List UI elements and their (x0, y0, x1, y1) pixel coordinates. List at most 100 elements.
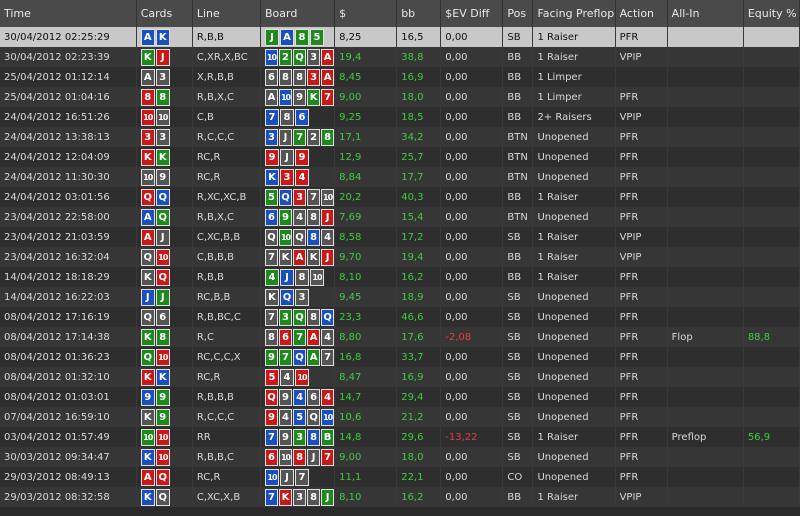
hole-cards: AK (136, 27, 193, 47)
hand-row[interactable]: 24/04/2012 16:51:26 10 10 C,B 7 8 6 9,25 18,5 0,0… (0, 107, 800, 127)
time-cell: 23/04/2012 21:03:59 (0, 227, 137, 247)
hole-cards-group: AK (140, 28, 192, 46)
hand-row[interactable]: 24/04/2012 13:38:13 3 3 R,C,C,C 3 J 7 2 8 17,1 34,… (0, 127, 800, 147)
all-in-cell (667, 127, 744, 147)
hand-row[interactable]: 30/03/2012 09:34:47 K 10 R,B,B,C 6 10 8 J 7 9,00 1… (0, 447, 800, 467)
column-header-action[interactable]: Action (615, 0, 668, 27)
hand-row[interactable]: 29/03/2012 08:49:13 A Q RC,R 10 J 7 11,1 22,1 0,0… (0, 467, 800, 487)
hand-row[interactable]: 25/04/2012 01:12:14 A 3 X,R,B,B 6 8 8 3 A 8,45 16,… (0, 67, 800, 87)
hand-row[interactable]: 30/04/2012 02:25:29 A K R,B,B J A 8 5 8,25 16,5 0,… (0, 27, 800, 47)
board-cards-group: 97QA7 (264, 348, 334, 366)
pos-cell: BB (502, 487, 534, 507)
pos-cell: SB (502, 327, 534, 347)
playing-card: 10 (294, 368, 309, 386)
hand-row[interactable]: 30/04/2012 02:23:39 K J C,XR,X,BC 10 2 Q 3 A 19,4… (0, 47, 800, 67)
time-cell: 14/04/2012 16:22:03 (0, 287, 137, 307)
hand-row[interactable]: 08/04/2012 01:03:01 9 9 R,B,B,B Q 9 4 6 4 14,7 29,… (0, 387, 800, 407)
ev-diff-cell: 0,00 (440, 307, 504, 327)
dollars-cell: 19,4 (334, 47, 398, 67)
hand-row[interactable]: 23/04/2012 22:58:00 A Q R,B,X,C 6 9 4 8 J 7,69 15,… (0, 207, 800, 227)
equity-cell (743, 27, 800, 47)
column-header-ev-diff[interactable]: $EV Diff (440, 0, 504, 27)
action-cell: PFR (615, 367, 668, 387)
pos-cell: CO (502, 467, 534, 487)
equity-cell (743, 247, 800, 267)
facing-preflop-cell: Unopened (532, 127, 616, 147)
column-header-dollars[interactable]: $ (334, 0, 398, 27)
action-cell: PFR (615, 347, 668, 367)
column-header-pos[interactable]: Pos (502, 0, 534, 27)
playing-card: 8 (293, 68, 307, 86)
column-header-facing-preflop[interactable]: Facing Preflop (532, 0, 616, 27)
dollars-cell: 7,69 (334, 207, 398, 227)
hand-row[interactable]: 14/04/2012 18:18:29 K Q R,B,B 4 J 8 10 8,10 16,2 0… (0, 267, 800, 287)
hand-row[interactable]: 29/03/2012 08:32:58 K Q C,XC,X,B 7 K 3 8 J 8,10 16… (0, 487, 800, 507)
ev-diff-cell: 0,00 (440, 27, 504, 47)
hole-cards: 33 (136, 127, 193, 147)
playing-card: Q (264, 388, 278, 406)
hole-cards-group: Q 10 (140, 348, 192, 366)
column-header-equity[interactable]: Equity % (743, 0, 800, 27)
action-cell: PFR (615, 147, 668, 167)
board-cards: 7K38J (260, 487, 336, 507)
playing-card: 9 (294, 148, 309, 166)
board-cards: 6 10 8 J 7 (260, 447, 336, 467)
hand-row[interactable]: 24/04/2012 12:04:09 K K RC,R 9 J 9 12,9 25,7 0,00… (0, 147, 800, 167)
bb-cell: 34,2 (396, 127, 442, 147)
pos-cell: SB (502, 287, 534, 307)
facing-preflop-cell: 1 Limper (532, 87, 616, 107)
hand-row[interactable]: 03/04/2012 01:57:49 10 10 RR 7 9 3 8 B 14,8 29,6 -1… (0, 427, 800, 447)
facing-preflop-cell: 1 Raiser (532, 427, 616, 447)
playing-card: 9 (293, 88, 307, 106)
column-header-cards[interactable]: Cards (136, 0, 193, 27)
hand-row[interactable]: 08/04/2012 17:14:38 K 8 R,C 8 6 7 A 4 8,80 17,6 -2,… (0, 327, 800, 347)
playing-card: 3 (307, 48, 321, 66)
hand-row[interactable]: 14/04/2012 16:22:03 J J RC,B,B K Q 3 9,45 18,9 0,… (0, 287, 800, 307)
hand-row[interactable]: 24/04/2012 03:01:56 Q Q R,XC,XC,B 5 Q 3 7 10 20,2… (0, 187, 800, 207)
hole-cards: K8 (136, 327, 193, 347)
board-cards: 7KAKJ (260, 247, 336, 267)
hole-cards-group: KK (140, 148, 192, 166)
action-cell: PFR (615, 307, 668, 327)
playing-card: K (140, 148, 155, 166)
board-cards-group: 6 10 8 J 7 (264, 448, 334, 466)
action-cell: VPIP (615, 487, 668, 507)
hand-row[interactable]: 24/04/2012 11:30:30 10 9 RC,R K 3 4 8,84 17,7 0,0… (0, 167, 800, 187)
ev-diff-cell: 0,00 (440, 47, 504, 67)
bb-cell: 22,1 (396, 467, 442, 487)
hand-row[interactable]: 23/04/2012 21:03:59 A J C,XC,B,B Q 10 Q 8 4 8,58 1… (0, 227, 800, 247)
hand-row[interactable]: 07/04/2012 16:59:10 K 9 R,C,C,C 9 4 5 Q 10 10,6 21… (0, 407, 800, 427)
dollars-cell: 8,47 (334, 367, 398, 387)
column-header-time[interactable]: Time (0, 0, 137, 27)
playing-card: Q (264, 228, 278, 246)
playing-card: 4 (279, 408, 293, 426)
dollars-cell: 9,00 (334, 447, 398, 467)
column-header-board[interactable]: Board (260, 0, 336, 27)
facing-preflop-cell: 1 Raiser (532, 27, 616, 47)
equity-cell (743, 147, 800, 167)
playing-card: 10 (264, 468, 279, 486)
hand-row[interactable]: 23/04/2012 16:32:04 Q 10 C,B,B,B 7 K A K J 9,70 19… (0, 247, 800, 267)
facing-preflop-cell: 1 Raiser (532, 227, 616, 247)
column-header-all-in[interactable]: All-In (667, 0, 744, 27)
dollars-cell: 8,58 (334, 227, 398, 247)
playing-card: 7 (294, 468, 309, 486)
column-header-bb[interactable]: bb (396, 0, 442, 27)
playing-card: 4 (293, 388, 307, 406)
dollars-cell: 14,7 (334, 387, 398, 407)
hand-row[interactable]: 25/04/2012 01:04:16 8 8 R,B,X,C A 10 9 K 7 9,00 18… (0, 87, 800, 107)
action-cell: PFR (615, 447, 668, 467)
hand-row[interactable]: 08/04/2012 17:16:19 Q 6 R,B,BC,C 7 3 Q 8 Q 23,3 46… (0, 307, 800, 327)
all-in-cell (667, 347, 744, 367)
playing-card: 7 (321, 88, 334, 106)
time-cell: 29/03/2012 08:32:58 (0, 487, 137, 507)
time-cell: 08/04/2012 17:14:38 (0, 327, 137, 347)
hand-row[interactable]: 08/04/2012 01:36:23 Q 10 RC,C,C,X 9 7 Q A 7 16,8 3… (0, 347, 800, 367)
hole-cards: 99 (136, 387, 193, 407)
ev-diff-cell: 0,00 (440, 167, 504, 187)
hand-row[interactable]: 08/04/2012 01:32:10 K K RC,R 5 4 10 8,47 16,9 0,0… (0, 367, 800, 387)
all-in-cell (667, 367, 744, 387)
playing-card: A (279, 28, 294, 46)
hole-cards-group: K8 (140, 328, 192, 346)
column-header-line[interactable]: Line (192, 0, 261, 27)
